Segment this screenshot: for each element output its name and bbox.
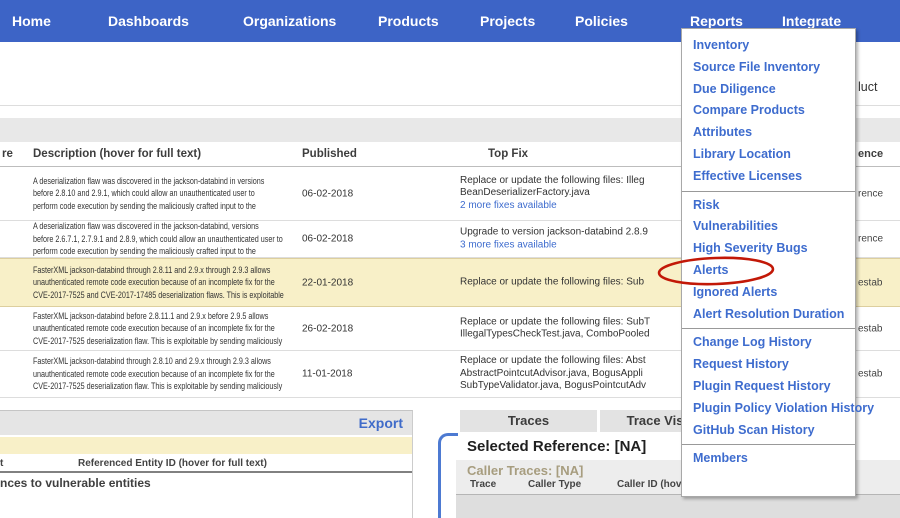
vuln-description: FasterXML jackson-databind before 2.8.11…: [33, 309, 305, 347]
nav-item-reports[interactable]: Reports: [690, 13, 743, 29]
tab-traces[interactable]: Traces: [460, 410, 597, 432]
nav-item-policies[interactable]: Policies: [575, 13, 628, 29]
col-header-score-fragment: re: [2, 148, 13, 160]
menu-item-source-file-inventory[interactable]: Source File Inventory: [682, 57, 855, 79]
vuln-published-date: 06-02-2018: [302, 234, 353, 245]
top-fix-text: Replace or update the following files: S…: [460, 316, 684, 341]
nav-item-organizations[interactable]: Organizations: [243, 13, 336, 29]
vuln-published-date: 11-01-2018: [302, 369, 352, 380]
vuln-description: FasterXML jackson-databind through 2.8.1…: [33, 355, 305, 393]
menu-item-compare-products[interactable]: Compare Products: [682, 100, 855, 122]
top-fix-text: Replace or update the following files: S…: [460, 276, 684, 289]
export-button[interactable]: Export: [359, 415, 403, 431]
references-col-header: Referenced Entity ID (hover for full tex…: [78, 458, 267, 469]
clipped-text-top-right: luct: [858, 80, 877, 94]
app-screen: Home Dashboards Organizations Products P…: [0, 0, 900, 518]
clipped-reference-text: rence: [858, 188, 883, 199]
vuln-description: FasterXML jackson-databind through 2.8.1…: [33, 263, 305, 301]
divider: [0, 471, 412, 473]
menu-item-request-history[interactable]: Request History: [682, 354, 855, 376]
clipped-reference-text: estab: [858, 323, 882, 334]
col-header-caller-type: Caller Type: [528, 479, 581, 490]
top-fix-text: Replace or update the following files: I…: [460, 174, 684, 199]
menu-divider: [682, 328, 855, 329]
trace-panel-bracket: [438, 433, 458, 518]
references-empty-message: nces to vulnerable entities: [0, 476, 151, 490]
col-header-description: Description (hover for full text): [33, 148, 201, 160]
menu-item-inventory[interactable]: Inventory: [682, 35, 855, 57]
vuln-top-fix: Replace or update the following files: A…: [460, 355, 684, 393]
menu-divider: [682, 444, 855, 445]
vuln-published-date: 26-02-2018: [302, 323, 353, 334]
vuln-description: A deserialization flaw was discovered in…: [33, 220, 305, 258]
col-header-top-fix: Top Fix: [488, 148, 528, 160]
clipped-reference-text: estab: [858, 277, 882, 288]
nav-item-projects[interactable]: Projects: [480, 13, 535, 29]
clipped-reference-text: rence: [858, 234, 883, 245]
menu-item-alerts[interactable]: Alerts: [682, 260, 855, 282]
selected-reference-heading: Selected Reference: [NA]: [467, 438, 646, 455]
reports-dropdown-menu: Inventory Source File Inventory Due Dili…: [681, 28, 856, 497]
vuln-top-fix: Upgrade to version jackson-databind 2.8.…: [460, 226, 684, 251]
col-header-reference-fragment: ence: [858, 148, 883, 160]
menu-item-effective-licenses[interactable]: Effective Licenses: [682, 166, 855, 188]
selected-row-highlight: [0, 437, 412, 454]
menu-item-ignored-alerts[interactable]: Ignored Alerts: [682, 282, 855, 304]
caller-traces-title: Caller Traces: [NA]: [467, 463, 583, 478]
menu-item-vulnerabilities[interactable]: Vulnerabilities: [682, 216, 855, 238]
nav-item-dashboards[interactable]: Dashboards: [108, 13, 189, 29]
vuln-published-date: 06-02-2018: [302, 188, 353, 199]
col-header-trace: Trace: [470, 479, 496, 490]
vuln-top-fix: Replace or update the following files: S…: [460, 276, 684, 289]
menu-divider: [682, 191, 855, 192]
nav-item-home[interactable]: Home: [12, 13, 51, 29]
menu-item-plugin-request-history[interactable]: Plugin Request History: [682, 376, 855, 398]
menu-item-due-diligence[interactable]: Due Diligence: [682, 79, 855, 101]
menu-item-alert-resolution-duration[interactable]: Alert Resolution Duration: [682, 304, 855, 326]
references-toolbar: Export: [0, 411, 412, 435]
menu-item-members[interactable]: Members: [682, 448, 855, 470]
nav-item-integrate[interactable]: Integrate: [782, 13, 841, 29]
vuln-published-date: 22-01-2018: [302, 277, 353, 288]
references-col-header-fragment: t: [0, 458, 3, 469]
caller-traces-empty-area: [456, 494, 900, 518]
vuln-top-fix: Replace or update the following files: S…: [460, 316, 684, 341]
vuln-description: A deserialization flaw was discovered in…: [33, 174, 305, 212]
menu-item-plugin-policy-violation-history[interactable]: Plugin Policy Violation History: [682, 398, 855, 420]
references-panel: Export t Referenced Entity ID (hover for…: [0, 410, 413, 518]
nav-item-products[interactable]: Products: [378, 13, 439, 29]
clipped-reference-text: estab: [858, 369, 882, 380]
top-fix-text: Replace or update the following files: A…: [460, 355, 684, 393]
menu-item-alerts-label: Alerts: [693, 263, 728, 277]
top-fix-text: Upgrade to version jackson-databind 2.8.…: [460, 226, 684, 239]
menu-item-risk[interactable]: Risk: [682, 195, 855, 217]
more-fixes-link[interactable]: 2 more fixes available: [460, 200, 684, 213]
menu-item-high-severity-bugs[interactable]: High Severity Bugs: [682, 238, 855, 260]
col-header-published: Published: [302, 148, 357, 160]
menu-item-github-scan-history[interactable]: GitHub Scan History: [682, 420, 855, 442]
menu-item-change-log-history[interactable]: Change Log History: [682, 332, 855, 354]
menu-item-library-location[interactable]: Library Location: [682, 144, 855, 166]
menu-item-attributes[interactable]: Attributes: [682, 122, 855, 144]
vuln-top-fix: Replace or update the following files: I…: [460, 174, 684, 212]
more-fixes-link[interactable]: 3 more fixes available: [460, 239, 684, 252]
